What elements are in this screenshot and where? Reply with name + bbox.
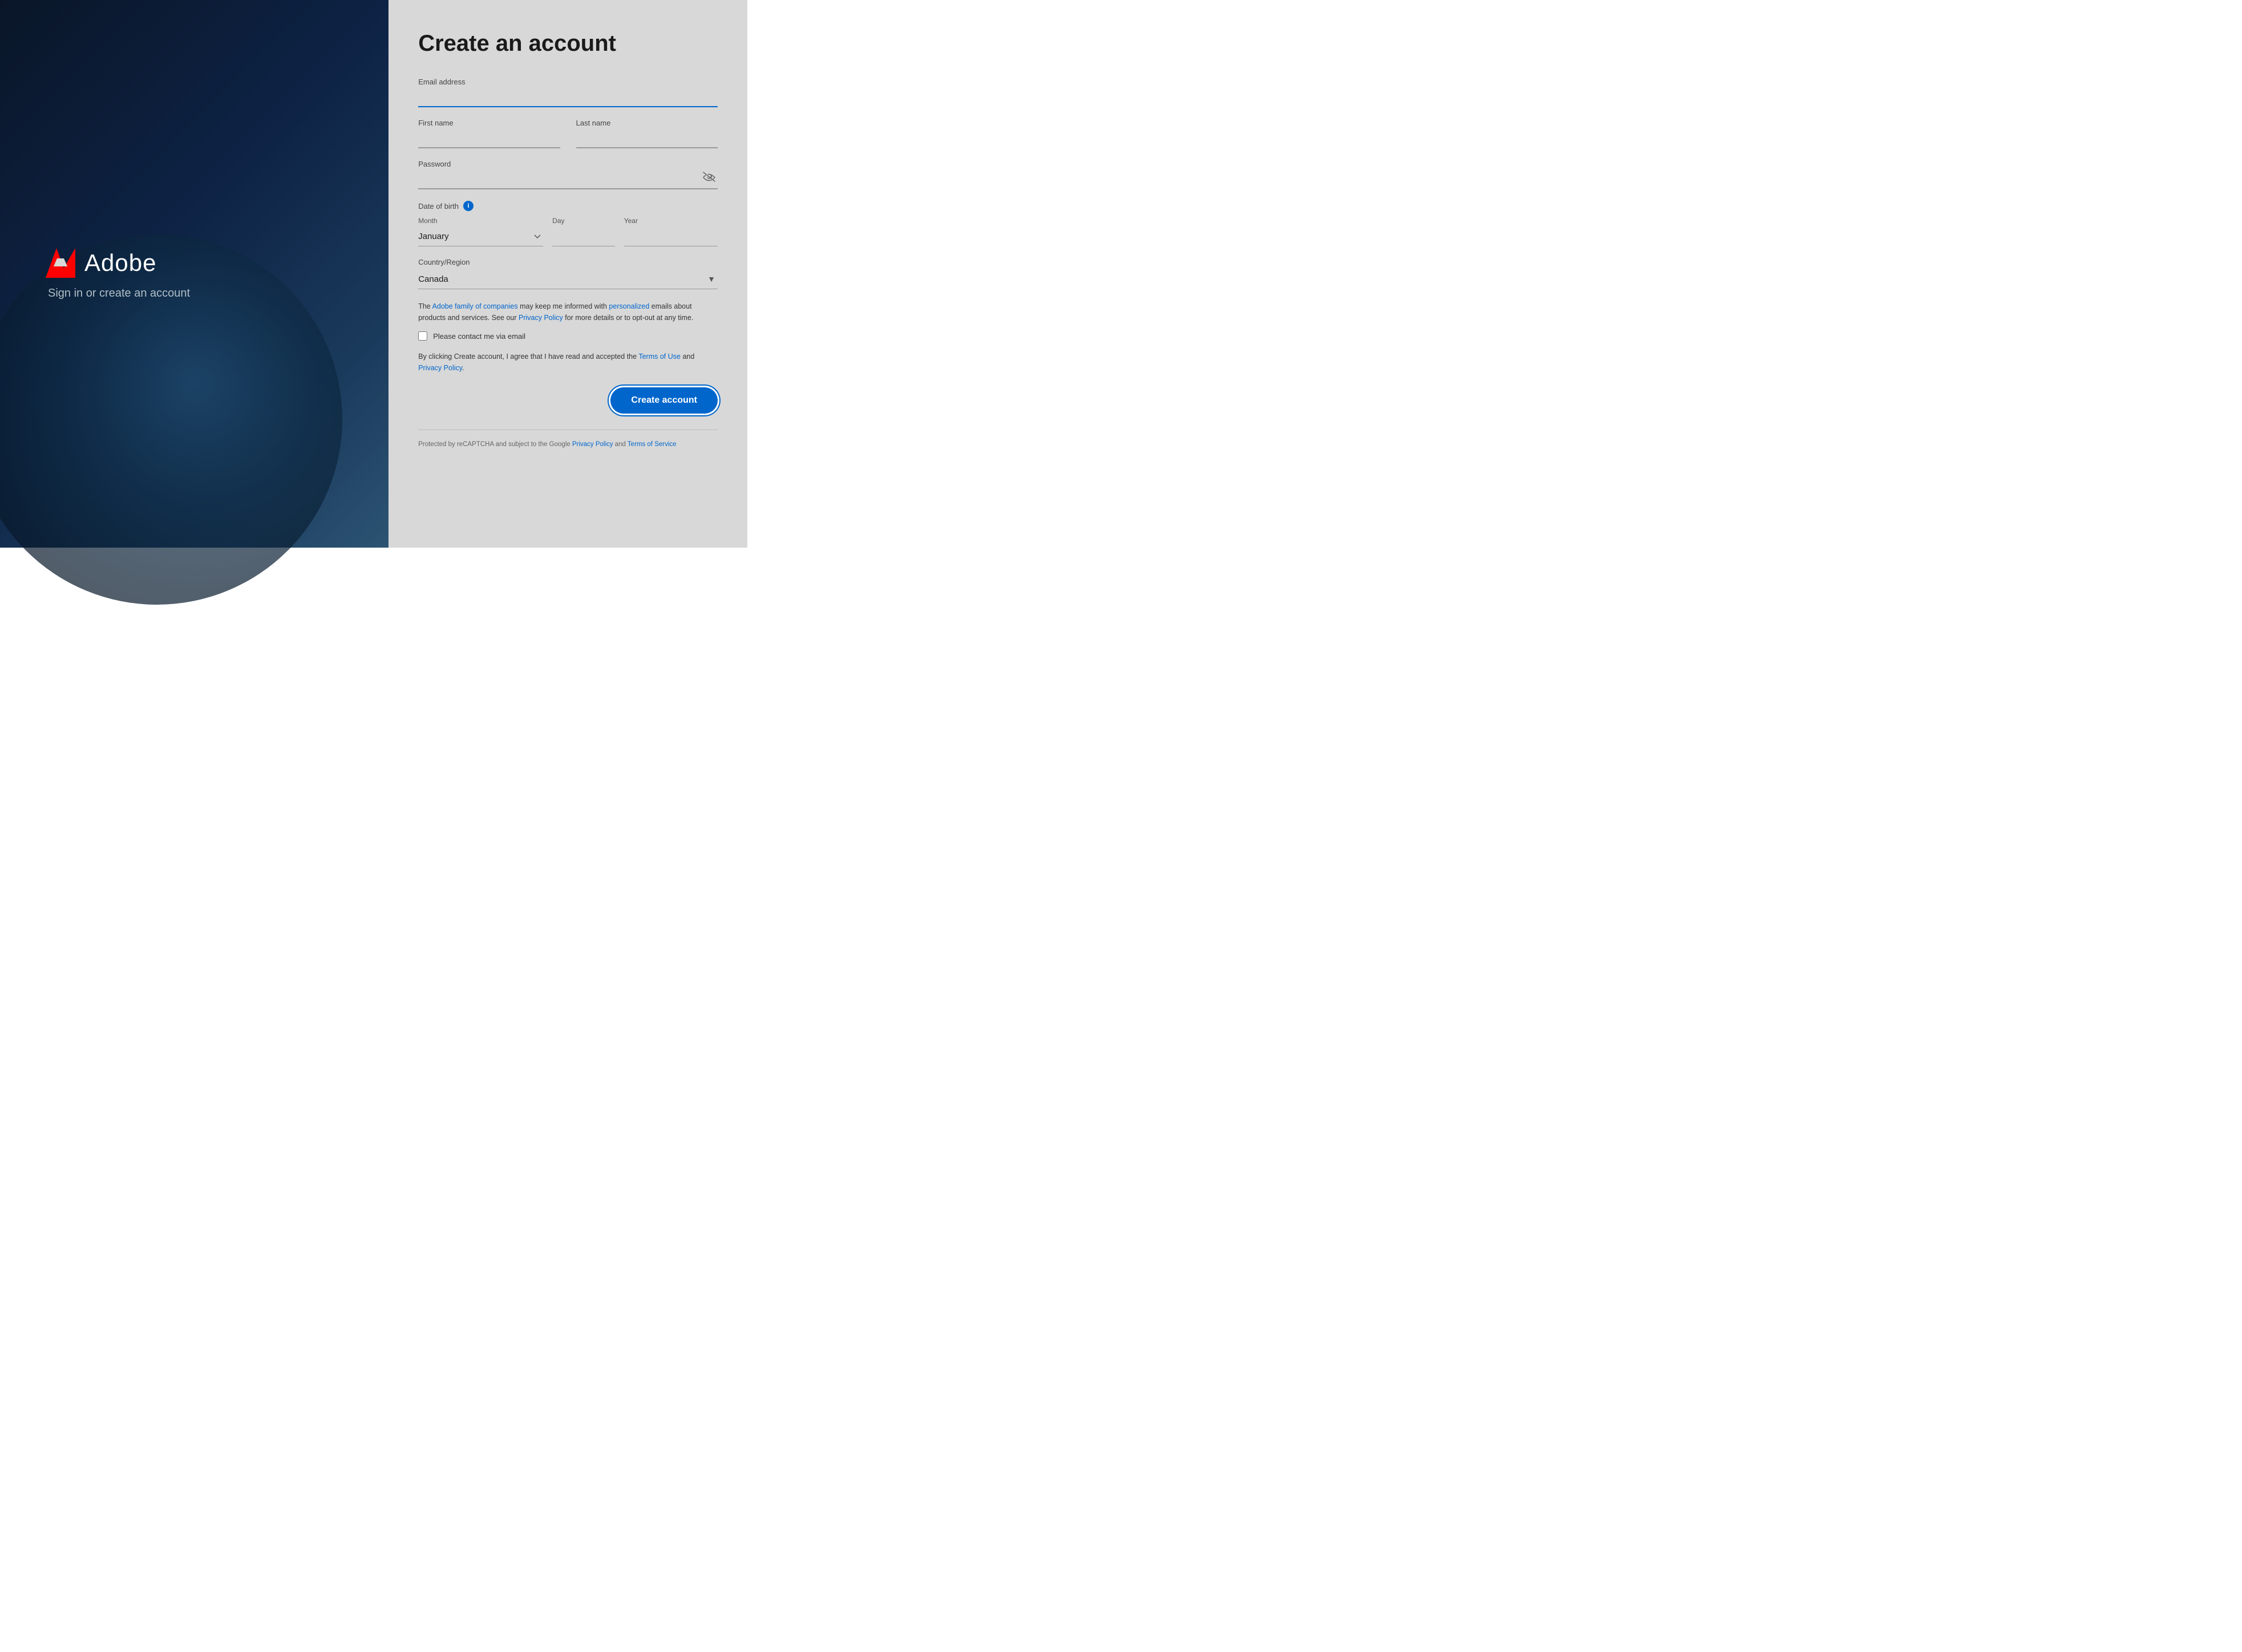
name-row: First name Last name bbox=[418, 119, 718, 160]
create-btn-wrapper: Create account bbox=[418, 387, 718, 414]
country-group: Country/Region Canada United States Unit… bbox=[418, 258, 718, 289]
lastname-label: Last name bbox=[576, 119, 718, 127]
create-account-button[interactable]: Create account bbox=[610, 387, 718, 414]
year-input[interactable] bbox=[624, 227, 718, 246]
day-sublabel: Day bbox=[552, 217, 615, 225]
create-account-panel: Create an account Email address First na… bbox=[388, 0, 747, 548]
password-toggle-icon[interactable] bbox=[703, 172, 715, 185]
terms-of-use-link[interactable]: Terms of Use bbox=[638, 353, 681, 361]
adobe-family-link[interactable]: Adobe family of companies bbox=[432, 302, 518, 310]
lastname-group: Last name bbox=[576, 119, 718, 148]
password-label: Password bbox=[418, 160, 718, 168]
checkbox-row: Please contact me via email bbox=[418, 331, 718, 341]
recaptcha-text-1: Protected by reCAPTCHA and subject to th… bbox=[418, 441, 572, 448]
personalized-link[interactable]: personalized bbox=[609, 302, 649, 310]
legal-text-3: . bbox=[462, 364, 464, 372]
adobe-icon bbox=[46, 248, 75, 278]
email-group: Email address bbox=[418, 78, 718, 107]
recaptcha-tos-link[interactable]: Terms of Service bbox=[628, 441, 677, 448]
dob-fields: Month January February March April May J… bbox=[418, 217, 718, 246]
left-panel: Adobe Sign in or create an account bbox=[0, 0, 411, 548]
month-group: Month January February March April May J… bbox=[418, 217, 543, 246]
consent-text-2: may keep me informed with bbox=[518, 302, 609, 310]
day-group: Day bbox=[552, 217, 615, 246]
firstname-group: First name bbox=[418, 119, 560, 148]
month-select[interactable]: January February March April May June Ju… bbox=[418, 227, 543, 246]
day-input[interactable] bbox=[552, 227, 615, 246]
legal-text-1: By clicking Create account, I agree that… bbox=[418, 353, 638, 361]
recaptcha-privacy-link[interactable]: Privacy Policy bbox=[572, 441, 613, 448]
consent-text-4: for more details or to opt-out at any ti… bbox=[563, 314, 694, 322]
password-input[interactable] bbox=[418, 172, 718, 189]
firstname-input[interactable] bbox=[418, 131, 560, 148]
legal-text-2: and bbox=[681, 353, 694, 361]
privacy-policy-link-2[interactable]: Privacy Policy bbox=[418, 364, 462, 372]
checkbox-label[interactable]: Please contact me via email bbox=[433, 332, 525, 341]
privacy-policy-link-1[interactable]: Privacy Policy bbox=[519, 314, 563, 322]
dob-label-row: Date of birth i bbox=[418, 201, 718, 211]
adobe-tagline: Sign in or create an account bbox=[48, 287, 190, 300]
email-input[interactable] bbox=[418, 90, 718, 107]
page-title: Create an account bbox=[418, 30, 718, 57]
password-group: Password bbox=[418, 160, 718, 189]
recaptcha-text: Protected by reCAPTCHA and subject to th… bbox=[418, 439, 718, 450]
email-label: Email address bbox=[418, 78, 718, 86]
adobe-wordmark: Adobe bbox=[84, 249, 156, 277]
adobe-logo: Adobe bbox=[46, 248, 156, 278]
recaptcha-text-2: and bbox=[613, 441, 628, 448]
month-sublabel: Month bbox=[418, 217, 543, 225]
country-select[interactable]: Canada United States United Kingdom Aust… bbox=[418, 270, 718, 289]
contact-checkbox[interactable] bbox=[418, 331, 427, 341]
dob-label: Date of birth bbox=[418, 202, 459, 210]
year-sublabel: Year bbox=[624, 217, 718, 225]
legal-text: By clicking Create account, I agree that… bbox=[418, 351, 718, 374]
password-wrapper bbox=[418, 172, 718, 189]
dob-section: Date of birth i Month January February M… bbox=[418, 201, 718, 246]
year-group: Year bbox=[624, 217, 718, 246]
consent-text-1: The bbox=[418, 302, 432, 310]
country-label: Country/Region bbox=[418, 258, 718, 266]
dob-info-icon[interactable]: i bbox=[463, 201, 474, 211]
firstname-label: First name bbox=[418, 119, 560, 127]
lastname-input[interactable] bbox=[576, 131, 718, 148]
country-select-wrapper: Canada United States United Kingdom Aust… bbox=[418, 270, 718, 289]
consent-text: The Adobe family of companies may keep m… bbox=[418, 301, 718, 323]
